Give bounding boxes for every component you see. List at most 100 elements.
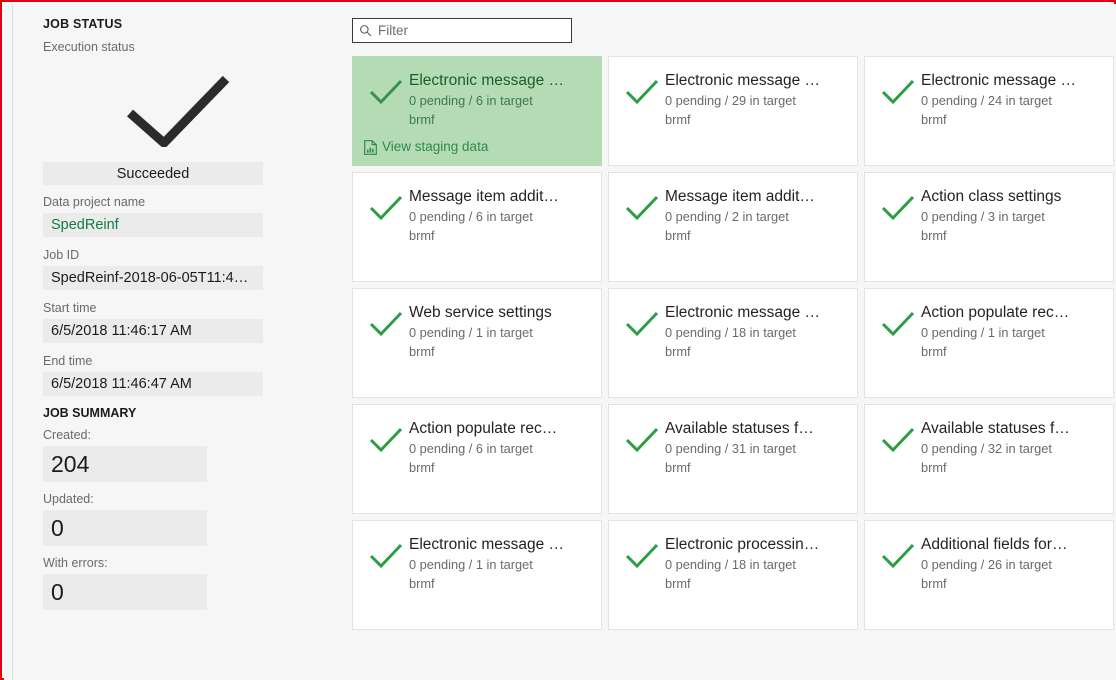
card-counts: 0 pending / 1 in target [921,325,1045,340]
execution-status-label: Execution status [43,40,135,54]
card-check-wrap [875,535,921,629]
card-title: Message item addit… [409,188,559,205]
card-title: Electronic processin… [665,536,820,553]
card-title: Available statuses f… [921,420,1070,437]
checkmark-icon [625,195,659,221]
data-project-name-label: Data project name [43,195,146,209]
card-check-wrap [875,303,921,397]
card-title: Additional fields for… [921,536,1068,553]
card-title: Electronic message … [409,536,565,553]
card-check-wrap [619,71,665,165]
card-entity: brmf [665,460,691,475]
card-check-wrap [363,419,409,513]
card-title: Web service settings [409,304,552,321]
checkmark-icon [881,195,915,221]
checkmark-icon [881,427,915,453]
card-title: Electronic message … [665,304,821,321]
card-counts: 0 pending / 1 in target [409,557,533,572]
created-label: Created: [43,428,91,442]
job-id-value: SpedReinf-2018-06-05T11:4… [43,266,263,290]
card-title: Action class settings [921,188,1062,205]
card-counts: 0 pending / 31 in target [665,441,796,456]
entity-card-3[interactable]: Message item addit… 0 pending / 6 in tar… [352,172,602,282]
card-entity: brmf [921,460,947,475]
card-counts: 0 pending / 18 in target [665,557,796,572]
entity-card-6[interactable]: Web service settings 0 pending / 1 in ta… [352,288,602,398]
card-text: Available statuses f… 0 pending / 31 in … [665,419,847,513]
checkmark-icon [625,427,659,453]
staging-document-icon [364,139,377,155]
start-time-label: Start time [43,301,97,315]
card-check-wrap [619,187,665,281]
checkmark-icon [625,543,659,569]
card-text: Electronic message … 0 pending / 1 in ta… [409,535,591,629]
card-entity: brmf [665,576,691,591]
card-check-wrap [875,419,921,513]
entity-card-7[interactable]: Electronic message … 0 pending / 18 in t… [608,288,858,398]
card-entity: brmf [921,576,947,591]
filter-input[interactable] [378,23,565,38]
card-text: Electronic message … 0 pending / 29 in t… [665,71,847,165]
card-counts: 0 pending / 29 in target [665,93,796,108]
entity-card-9[interactable]: Action populate rec… 0 pending / 6 in ta… [352,404,602,514]
card-text: Available statuses f… 0 pending / 32 in … [921,419,1103,513]
card-text: Web service settings 0 pending / 1 in ta… [409,303,591,397]
entity-card-14[interactable]: Additional fields for… 0 pending / 26 in… [864,520,1114,630]
job-id-label: Job ID [43,248,80,262]
data-project-name-value[interactable]: SpedReinf [43,213,263,237]
card-check-wrap [875,187,921,281]
end-time-label: End time [43,354,93,368]
card-counts: 0 pending / 24 in target [921,93,1052,108]
card-text: Message item addit… 0 pending / 6 in tar… [409,187,591,281]
entity-card-2[interactable]: Electronic message … 0 pending / 24 in t… [864,56,1114,166]
job-status-heading: JOB STATUS [43,17,123,31]
checkmark-icon [369,427,403,453]
filter-box[interactable] [352,18,572,43]
with-errors-label: With errors: [43,556,108,570]
entity-card-4[interactable]: Message item addit… 0 pending / 2 in tar… [608,172,858,282]
card-text: Electronic processin… 0 pending / 18 in … [665,535,847,629]
card-entity: brmf [921,344,947,359]
card-counts: 0 pending / 6 in target [409,441,533,456]
card-check-wrap [363,187,409,281]
checkmark-icon [369,195,403,221]
checkmark-icon [369,311,403,337]
job-status-pane: JOB STATUS Execution status Succeeded Da… [12,4,344,680]
created-value: 204 [43,446,207,482]
window-frame: JOB STATUS Execution status Succeeded Da… [0,0,1116,680]
card-entity: brmf [921,112,947,127]
entity-card-0[interactable]: Electronic message … 0 pending / 6 in ta… [352,56,602,166]
card-entity: brmf [409,460,435,475]
card-text: Message item addit… 0 pending / 2 in tar… [665,187,847,281]
card-check-wrap [363,535,409,629]
card-entity: brmf [665,112,691,127]
card-check-wrap [363,303,409,397]
card-counts: 0 pending / 3 in target [921,209,1045,224]
card-counts: 0 pending / 1 in target [409,325,533,340]
card-check-wrap [619,535,665,629]
card-text: Electronic message … 0 pending / 24 in t… [921,71,1103,165]
entity-card-5[interactable]: Action class settings 0 pending / 3 in t… [864,172,1114,282]
checkmark-icon [881,543,915,569]
entity-card-11[interactable]: Available statuses f… 0 pending / 32 in … [864,404,1114,514]
entity-card-grid: Electronic message … 0 pending / 6 in ta… [352,56,1116,630]
checkmark-icon [881,311,915,337]
entity-cards-pane: Electronic message … 0 pending / 6 in ta… [344,4,1116,680]
checkmark-icon [625,79,659,105]
card-entity: brmf [409,228,435,243]
status-badge: Succeeded [43,162,263,185]
checkmark-icon [881,79,915,105]
entity-card-13[interactable]: Electronic processin… 0 pending / 18 in … [608,520,858,630]
entity-card-1[interactable]: Electronic message … 0 pending / 29 in t… [608,56,858,166]
entity-card-12[interactable]: Electronic message … 0 pending / 1 in ta… [352,520,602,630]
view-staging-data-link[interactable]: View staging data [364,139,488,155]
card-title: Available statuses f… [665,420,814,437]
card-title: Electronic message … [409,72,565,89]
entity-card-8[interactable]: Action populate rec… 0 pending / 1 in ta… [864,288,1114,398]
card-entity: brmf [921,228,947,243]
end-time-value: 6/5/2018 11:46:47 AM [43,372,263,396]
updated-label: Updated: [43,492,94,506]
card-title: Electronic message … [921,72,1077,89]
entity-card-10[interactable]: Available statuses f… 0 pending / 31 in … [608,404,858,514]
execution-status-icon-wrap [21,58,322,162]
